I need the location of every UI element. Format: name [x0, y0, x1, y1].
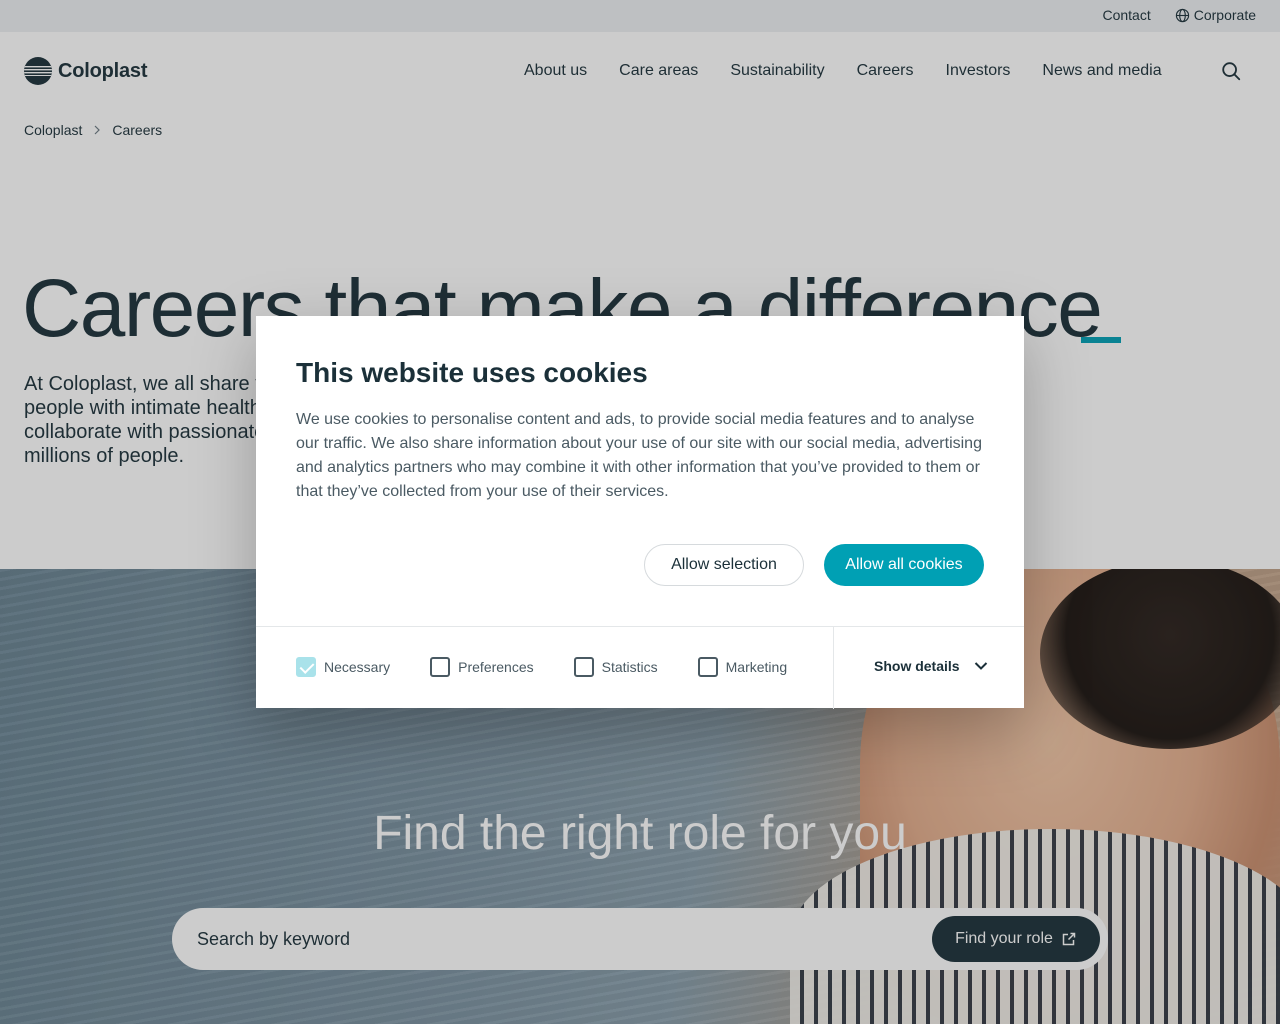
checkbox-statistics[interactable] [573, 657, 594, 677]
option-necessary[interactable]: Necessary [296, 657, 390, 677]
cookie-options: Necessary Preferences Statistics Marketi… [296, 657, 827, 677]
cookie-consent-dialog: This website uses cookies We use cookies… [256, 316, 1024, 709]
show-details-label: Show details [874, 658, 960, 674]
checkbox-preferences[interactable] [430, 657, 451, 677]
show-details-toggle[interactable]: Show details [874, 658, 988, 674]
cookie-options-footer: Necessary Preferences Statistics Marketi… [256, 626, 1024, 709]
allow-all-cookies-button[interactable]: Allow all cookies [824, 544, 984, 586]
option-marketing-label: Marketing [725, 659, 788, 675]
cookie-dialog-title: This website uses cookies [296, 357, 648, 388]
cookie-dialog-text: We use cookies to personalise content an… [296, 411, 982, 500]
option-preferences-label: Preferences [458, 659, 534, 675]
checkbox-necessary[interactable] [296, 657, 316, 677]
option-marketing[interactable]: Marketing [697, 657, 788, 677]
option-statistics-label: Statistics [601, 659, 658, 675]
footer-divider [833, 627, 834, 709]
option-preferences[interactable]: Preferences [430, 657, 534, 677]
checkbox-marketing[interactable] [697, 657, 718, 677]
chevron-down-icon [974, 662, 987, 670]
allow-selection-button[interactable]: Allow selection [644, 544, 804, 586]
option-statistics[interactable]: Statistics [573, 657, 658, 677]
option-necessary-label: Necessary [324, 659, 391, 675]
